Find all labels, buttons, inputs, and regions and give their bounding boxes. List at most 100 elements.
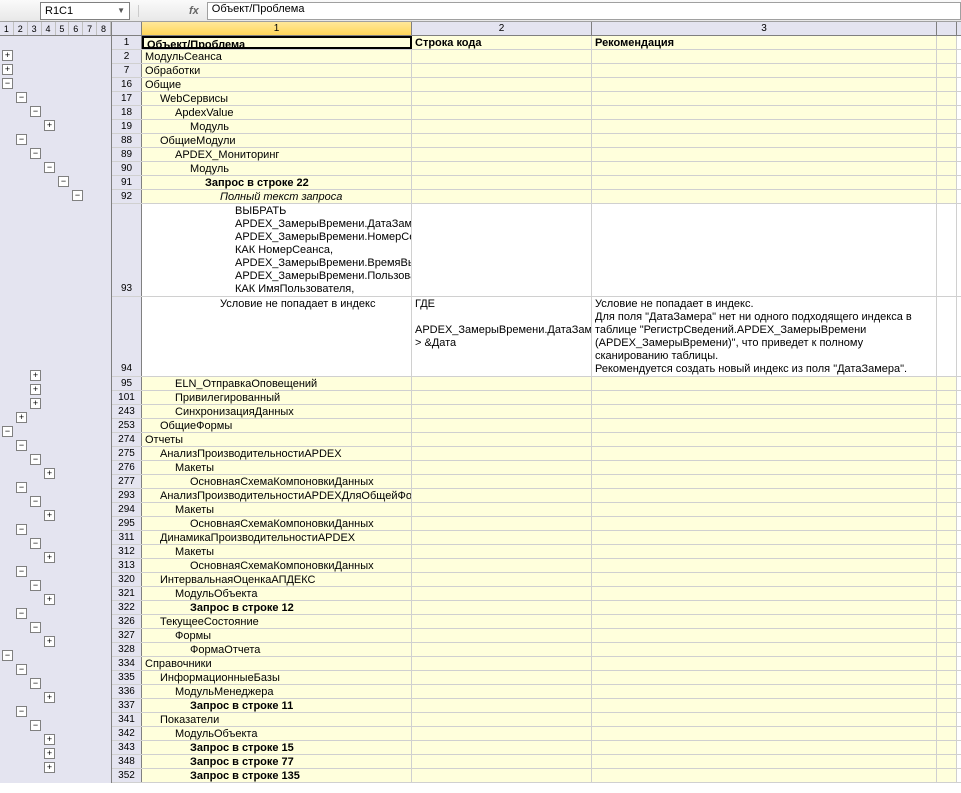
expand-icon[interactable]: + <box>30 370 41 381</box>
expand-icon[interactable]: + <box>30 398 41 409</box>
expand-icon[interactable]: + <box>44 748 55 759</box>
cell[interactable] <box>937 461 957 474</box>
cell-recommendation[interactable] <box>592 755 937 768</box>
collapse-icon[interactable]: − <box>30 496 41 507</box>
cell-codeline[interactable] <box>412 629 592 642</box>
row-header[interactable]: 16 <box>112 78 142 91</box>
cell-codeline[interactable] <box>412 531 592 544</box>
row-header[interactable]: 101 <box>112 391 142 404</box>
row-header[interactable]: 276 <box>112 461 142 474</box>
collapse-icon[interactable]: − <box>30 454 41 465</box>
chevron-down-icon[interactable]: ▼ <box>117 6 125 15</box>
cell[interactable] <box>937 447 957 460</box>
cell-codeline[interactable] <box>412 643 592 656</box>
column-header-2[interactable]: 2 <box>412 22 592 35</box>
collapse-icon[interactable]: − <box>30 678 41 689</box>
cell-recommendation[interactable]: Условие не попадает в индекс.Для поля "Д… <box>592 297 937 376</box>
row-header[interactable]: 19 <box>112 120 142 133</box>
row-header[interactable]: 88 <box>112 134 142 147</box>
name-box[interactable]: R1C1 ▼ <box>40 2 130 20</box>
header-cell-recommendation[interactable]: Рекомендация <box>592 36 937 49</box>
cell-object[interactable]: ФормаОтчета <box>142 643 412 656</box>
expand-icon[interactable]: + <box>44 636 55 647</box>
cell-object[interactable]: ОсновнаяСхемаКомпоновкиДанных <box>142 517 412 530</box>
cell-recommendation[interactable] <box>592 148 937 161</box>
row-header[interactable]: 94 <box>112 297 142 376</box>
cell-object[interactable]: Показатели <box>142 713 412 726</box>
cell-object[interactable]: Запрос в строке 11 <box>142 699 412 712</box>
cell-object[interactable]: Общие <box>142 78 412 91</box>
row-header[interactable]: 341 <box>112 713 142 726</box>
cell[interactable] <box>937 559 957 572</box>
cell-codeline[interactable] <box>412 559 592 572</box>
cell-object[interactable]: Макеты <box>142 461 412 474</box>
row-header[interactable]: 89 <box>112 148 142 161</box>
cell-codeline[interactable] <box>412 120 592 133</box>
cell[interactable] <box>937 64 957 77</box>
row-header[interactable]: 321 <box>112 587 142 600</box>
cell-recommendation[interactable] <box>592 615 937 628</box>
collapse-icon[interactable]: − <box>30 622 41 633</box>
cell-codeline[interactable] <box>412 419 592 432</box>
cell-recommendation[interactable] <box>592 204 937 296</box>
cell-codeline[interactable] <box>412 671 592 684</box>
cell[interactable] <box>937 148 957 161</box>
cell-codeline[interactable] <box>412 601 592 614</box>
cell-codeline[interactable] <box>412 573 592 586</box>
column-header-4[interactable] <box>937 22 957 35</box>
cell-recommendation[interactable] <box>592 503 937 516</box>
fx-icon[interactable]: fx <box>138 5 199 17</box>
cell-object[interactable]: СинхронизацияДанных <box>142 405 412 418</box>
cell[interactable] <box>937 92 957 105</box>
collapse-icon[interactable]: − <box>16 92 27 103</box>
cell-codeline[interactable] <box>412 447 592 460</box>
cell-object[interactable]: Обработки <box>142 64 412 77</box>
cell-codeline[interactable] <box>412 517 592 530</box>
expand-icon[interactable]: + <box>44 120 55 131</box>
formula-input[interactable]: Объект/Проблема <box>207 2 961 20</box>
cell-recommendation[interactable] <box>592 447 937 460</box>
cell-object[interactable]: ТекущееСостояние <box>142 615 412 628</box>
cell-object[interactable]: ОсновнаяСхемаКомпоновкиДанных <box>142 559 412 572</box>
cell-recommendation[interactable] <box>592 531 937 544</box>
cell[interactable] <box>937 176 957 189</box>
cell-recommendation[interactable] <box>592 587 937 600</box>
outline-level-5[interactable]: 5 <box>56 22 70 35</box>
row-header[interactable]: 337 <box>112 699 142 712</box>
cell-recommendation[interactable] <box>592 741 937 754</box>
cell-recommendation[interactable] <box>592 120 937 133</box>
cell-codeline[interactable] <box>412 769 592 782</box>
cell[interactable] <box>937 377 957 390</box>
cell[interactable] <box>937 713 957 726</box>
collapse-icon[interactable]: − <box>72 190 83 201</box>
cell-codeline[interactable] <box>412 391 592 404</box>
cell-recommendation[interactable] <box>592 769 937 782</box>
collapse-icon[interactable]: − <box>44 162 55 173</box>
cell-codeline[interactable] <box>412 587 592 600</box>
row-header[interactable]: 335 <box>112 671 142 684</box>
cell-recommendation[interactable] <box>592 176 937 189</box>
cell-recommendation[interactable] <box>592 601 937 614</box>
cell-object[interactable]: APDEX_Мониторинг <box>142 148 412 161</box>
cell-object[interactable]: Полный текст запроса <box>142 190 412 203</box>
collapse-icon[interactable]: − <box>16 566 27 577</box>
row-header[interactable]: 277 <box>112 475 142 488</box>
collapse-icon[interactable]: − <box>16 706 27 717</box>
expand-icon[interactable]: + <box>2 64 13 75</box>
cell[interactable] <box>937 433 957 446</box>
header-cell-codeline[interactable]: Строка кода <box>412 36 592 49</box>
row-header[interactable]: 274 <box>112 433 142 446</box>
cell[interactable] <box>937 531 957 544</box>
cell-object[interactable]: ОбщиеМодули <box>142 134 412 147</box>
cell-object[interactable]: ИнтервальнаяОценкаАПДЕКС <box>142 573 412 586</box>
row-header[interactable]: 327 <box>112 629 142 642</box>
row-header[interactable]: 322 <box>112 601 142 614</box>
cell-recommendation[interactable] <box>592 64 937 77</box>
cell-codeline[interactable] <box>412 50 592 63</box>
cell[interactable] <box>937 36 957 49</box>
cell-recommendation[interactable] <box>592 134 937 147</box>
cell-codeline[interactable] <box>412 713 592 726</box>
cell-object[interactable]: АнализПроизводительностиAPDEXДляОбщейФор… <box>142 489 412 502</box>
cell[interactable] <box>937 643 957 656</box>
row-header[interactable]: 91 <box>112 176 142 189</box>
